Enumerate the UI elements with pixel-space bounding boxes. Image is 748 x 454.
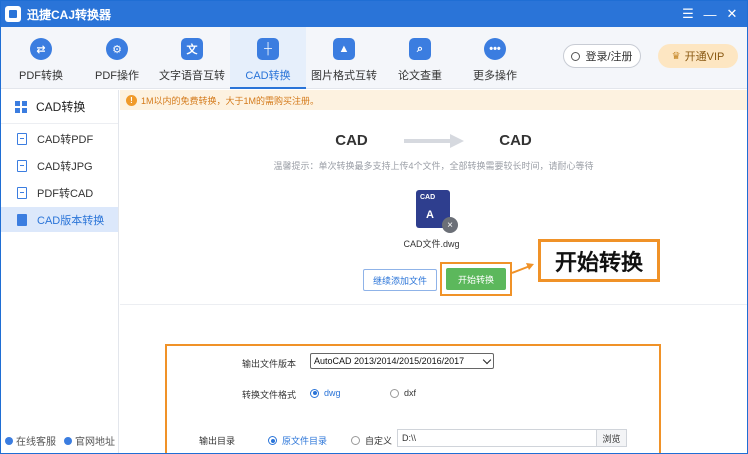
output-radio-source[interactable]: 原文件目录 xyxy=(268,434,327,447)
sidebar-item-label: CAD转PDF xyxy=(37,133,94,146)
target-format: CAD xyxy=(499,132,532,149)
image-icon: ▲ xyxy=(333,38,355,60)
output-settings: 输出文件版本 AutoCAD 2013/2014/2015/2016/2017 … xyxy=(165,344,661,453)
vip-label: 开通VIP xyxy=(684,51,725,63)
toolbar-item-label: 更多操作 xyxy=(473,70,517,82)
sidebar-header: CAD转换 xyxy=(1,90,118,124)
toolbar-item-paper-check[interactable]: ⌕ 论文查重 xyxy=(382,27,458,89)
radio-dot xyxy=(310,388,319,398)
sidebar-item-cad-to-jpg[interactable]: CAD转JPG xyxy=(1,153,118,178)
remove-file-icon[interactable]: × xyxy=(442,217,458,233)
minimize-icon[interactable]: — xyxy=(699,3,721,25)
toolbar-item-pdf-operate[interactable]: ⚙ PDF操作 xyxy=(79,27,155,89)
document-icon xyxy=(17,213,27,226)
grid-icon xyxy=(15,100,27,113)
online-service-label: 在线客服 xyxy=(16,437,56,448)
output-radio-custom[interactable]: 自定义 xyxy=(351,434,392,447)
document-icon xyxy=(17,186,27,199)
sidebar-header-label: CAD转换 xyxy=(36,100,86,114)
app-window: 迅捷CAJ转换器 ☰ — ✕ ⇄ PDF转换 ⚙ PDF操作 文 文字语音互转 … xyxy=(0,0,748,454)
gear-icon: ⚙ xyxy=(106,38,128,60)
headset-icon xyxy=(5,436,13,445)
main-panel: ! 1M以内的免费转换，大于1M的需购买注册。 CAD CAD 温馨提示：单次转… xyxy=(120,90,747,453)
toolbar-item-pdf-convert[interactable]: ⇄ PDF转换 xyxy=(3,27,79,89)
more-icon: ••• xyxy=(484,38,506,60)
output-option-label: 原文件目录 xyxy=(282,436,328,446)
app-title: 迅捷CAJ转换器 xyxy=(27,7,112,22)
crown-icon: ♛ xyxy=(671,50,681,62)
sidebar-item-label: CAD版本转换 xyxy=(37,214,105,227)
website-label: 官网地址 xyxy=(75,437,115,448)
version-select-value: AutoCAD 2013/2014/2015/2016/2017 xyxy=(314,356,465,366)
sidebar-item-cad-to-pdf[interactable]: CAD转PDF xyxy=(1,126,118,151)
toolbar-item-label: 文字语音互转 xyxy=(159,70,225,82)
output-option-label: 自定义 xyxy=(365,436,393,446)
sidebar-item-cad-version[interactable]: CAD版本转换 xyxy=(1,207,118,232)
source-format: CAD xyxy=(335,132,368,149)
notice-bar: ! 1M以内的免费转换，大于1M的需购买注册。 xyxy=(120,90,747,110)
toolbar-item-label: CAD转换 xyxy=(245,70,291,82)
toolbar-item-image[interactable]: ▲ 图片格式互转 xyxy=(306,27,382,89)
callout-arrow-icon xyxy=(512,263,534,274)
app-logo-icon xyxy=(5,6,21,22)
chevron-down-icon xyxy=(482,355,492,365)
toolbar-item-label: PDF转换 xyxy=(19,70,63,82)
toolbar-item-label: 图片格式互转 xyxy=(311,70,377,82)
file-thumb-glyph: A xyxy=(426,209,434,221)
version-label: 输出文件版本 xyxy=(242,359,297,369)
notice-text: 1M以内的免费转换，大于1M的需购买注册。 xyxy=(141,95,320,106)
output-path-input[interactable]: D:\\ xyxy=(397,429,597,447)
sidebar-item-pdf-to-cad[interactable]: PDF转CAD xyxy=(1,180,118,205)
toolbar-item-cad[interactable]: ┼ CAD转换 xyxy=(230,27,306,89)
callout-label: 开始转换 xyxy=(538,239,660,282)
conversion-direction: CAD CAD xyxy=(120,132,747,149)
vip-button[interactable]: ♛ 开通VIP xyxy=(658,44,738,68)
sidebar: CAD转换 CAD转PDF CAD转JPG PDF转CAD CAD版本转换 在线… xyxy=(1,90,119,453)
document-icon xyxy=(17,159,27,172)
version-select[interactable]: AutoCAD 2013/2014/2015/2016/2017 xyxy=(310,353,494,369)
online-service-link[interactable]: 在线客服 xyxy=(5,433,56,448)
toolbar-item-speech[interactable]: 文 文字语音互转 xyxy=(154,27,230,89)
format-option-label: dxf xyxy=(404,388,417,398)
toolbar-item-label: 论文查重 xyxy=(398,70,442,82)
warning-icon: ! xyxy=(126,94,137,106)
sidebar-item-label: PDF转CAD xyxy=(37,187,94,200)
document-icon xyxy=(17,132,27,145)
sidebar-footer: 在线客服 官网地址 xyxy=(1,433,119,448)
menu-icon[interactable]: ☰ xyxy=(677,3,699,25)
window-controls: ☰ — ✕ xyxy=(677,1,743,27)
toolbar-item-more[interactable]: ••• 更多操作 xyxy=(457,27,533,89)
radio-dot xyxy=(390,388,399,398)
login-label: 登录/注册 xyxy=(585,51,633,63)
toolbar-item-label: PDF操作 xyxy=(95,70,139,82)
user-icon xyxy=(571,51,581,61)
format-option-label: dwg xyxy=(324,388,341,398)
website-link[interactable]: 官网地址 xyxy=(64,433,115,448)
speech-icon: 文 xyxy=(181,38,203,60)
format-label: 转换文件格式 xyxy=(242,390,297,400)
format-radio-dwg[interactable]: dwg xyxy=(310,388,341,398)
cad-icon: ┼ xyxy=(257,38,279,60)
add-file-button[interactable]: 继续添加文件 xyxy=(363,269,437,291)
radio-dot xyxy=(351,436,360,445)
radio-dot xyxy=(268,436,277,445)
sidebar-item-label: CAD转JPG xyxy=(37,160,93,173)
file-thumb-label: CAD xyxy=(420,194,436,201)
login-button[interactable]: 登录/注册 xyxy=(563,44,641,68)
divider xyxy=(120,304,747,305)
title-bar: 迅捷CAJ转换器 ☰ — ✕ xyxy=(1,1,747,27)
browse-button[interactable]: 浏览 xyxy=(597,429,627,447)
output-dir-label: 输出目录 xyxy=(199,436,236,446)
arrow-right-icon xyxy=(403,133,464,148)
tip-text: 温馨提示：单次转换最多支持上传4个文件，全部转换需要较长时间，请耐心等待 xyxy=(273,161,594,171)
format-radio-dxf[interactable]: dxf xyxy=(390,388,416,398)
globe-icon xyxy=(64,436,72,445)
close-icon[interactable]: ✕ xyxy=(721,3,743,25)
magnifier-icon: ⌕ xyxy=(409,38,431,60)
main-toolbar: ⇄ PDF转换 ⚙ PDF操作 文 文字语音互转 ┼ CAD转换 ▲ 图片格式互… xyxy=(1,27,747,89)
start-convert-button[interactable]: 开始转换 xyxy=(446,268,506,290)
swap-icon: ⇄ xyxy=(30,38,52,60)
